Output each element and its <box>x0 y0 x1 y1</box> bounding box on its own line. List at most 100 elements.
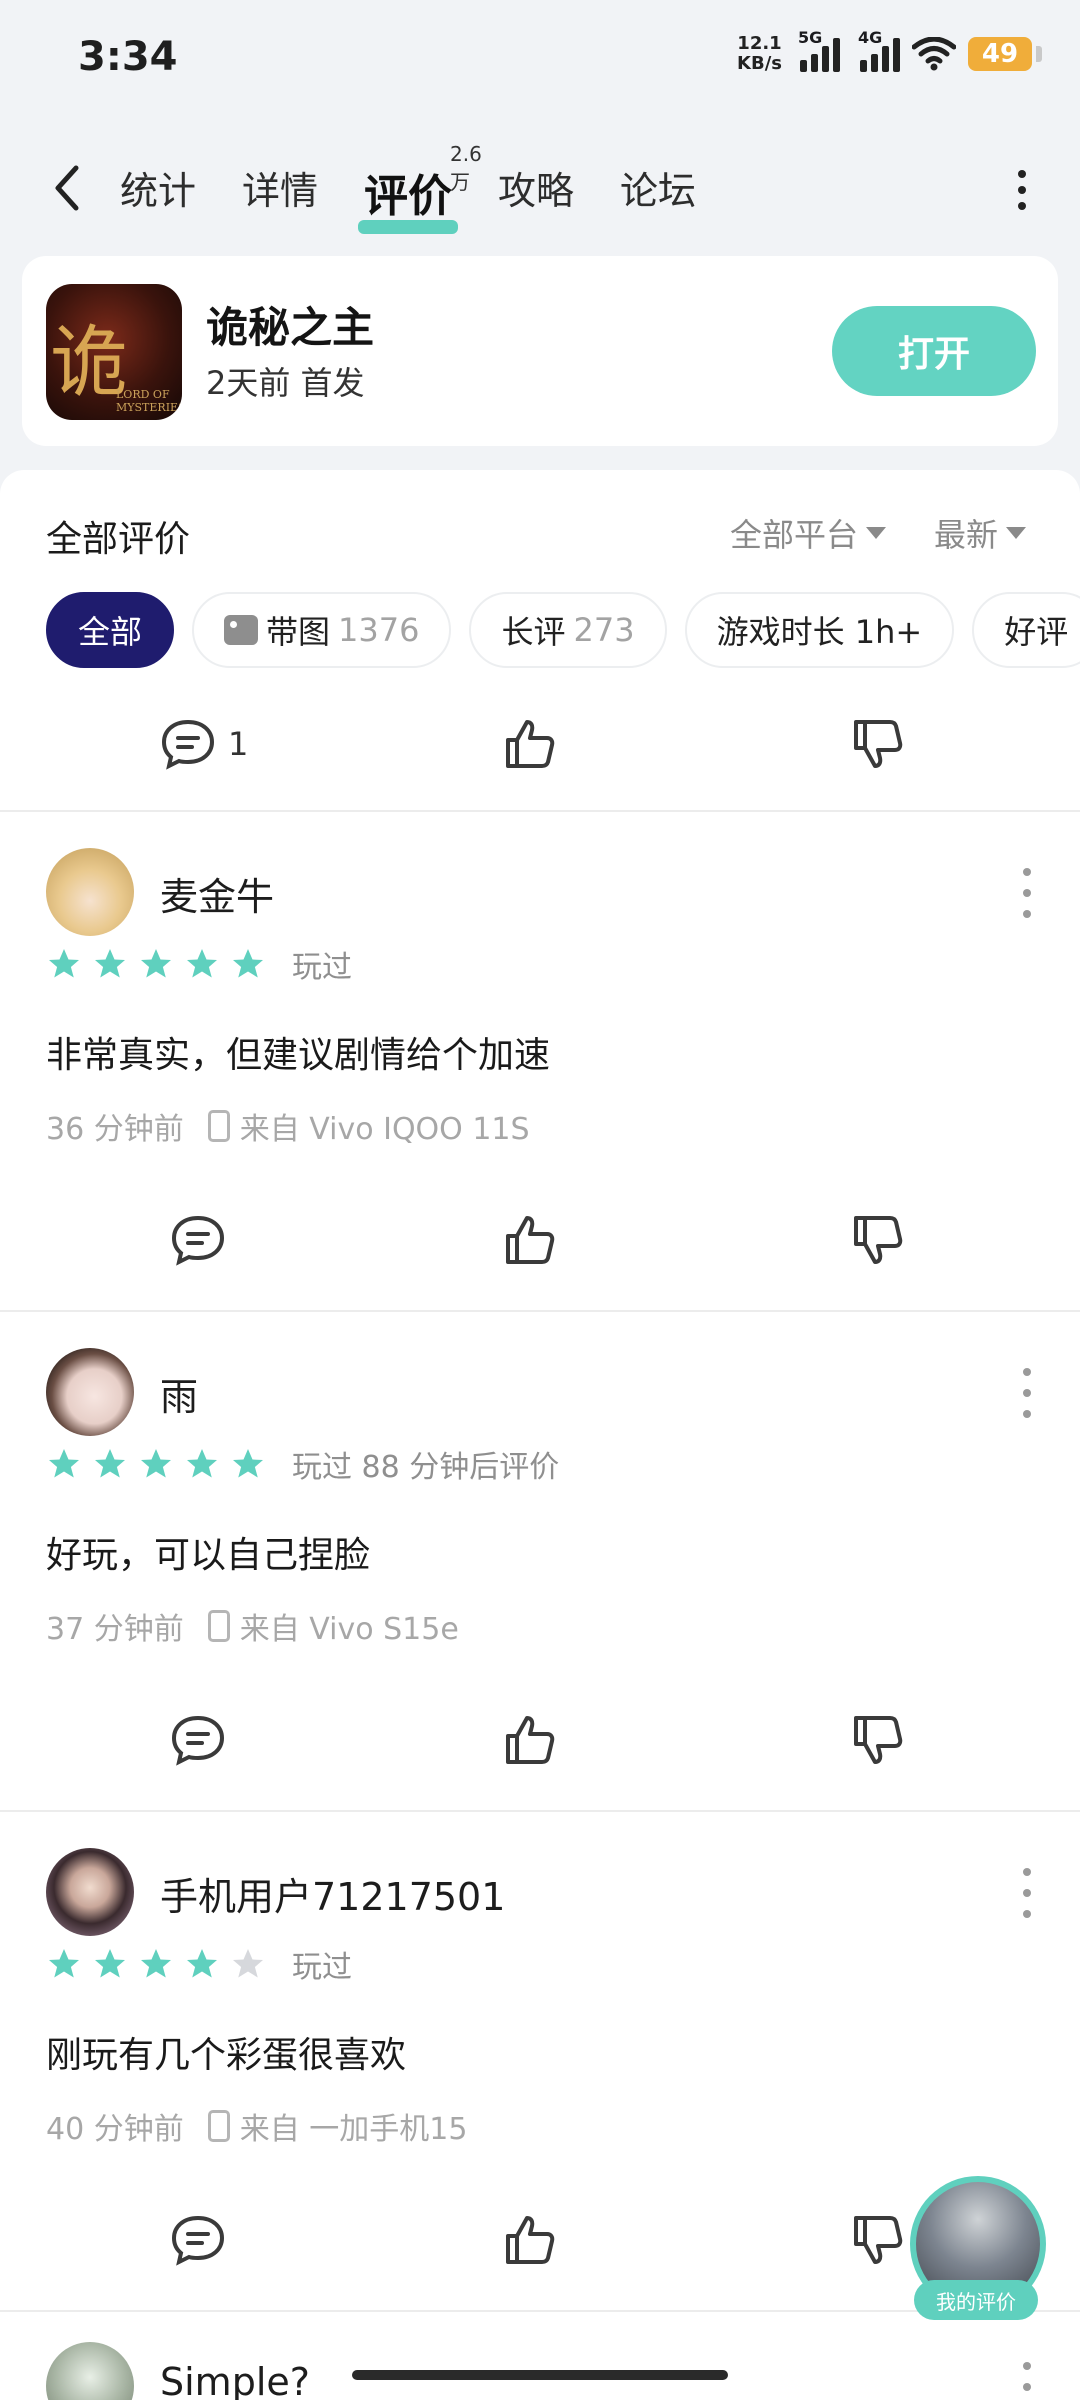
comment-button[interactable] <box>168 1212 228 1268</box>
thumbs-up-icon <box>506 720 555 768</box>
review-item: 麦金牛 玩过 非常真实，但建议剧情给个加速 36 分钟前 来自 Vivo IQO… <box>0 812 1080 1312</box>
review-item: 雨 玩过 88 分钟后评价 好玩，可以自己捏脸 37 分钟前 来自 Vivo S… <box>0 1312 1080 1812</box>
like-button[interactable] <box>500 716 560 772</box>
signal-4g-icon: 4G <box>858 28 900 72</box>
wifi-icon <box>912 37 956 71</box>
review-time: 36 分钟前 <box>46 1112 184 1147</box>
comment-icon <box>161 719 215 770</box>
like-button[interactable] <box>500 1712 560 1768</box>
sort-filter[interactable]: 最新 <box>934 510 1027 556</box>
chip-with-images[interactable]: 带图 1376 <box>192 592 452 668</box>
back-arrow-icon[interactable] <box>44 156 88 220</box>
star-filled-icon <box>49 1949 79 1978</box>
net-speed-unit: KB/s <box>737 53 782 74</box>
star-filled-icon <box>187 1949 217 1978</box>
chip-playtime[interactable]: 游戏时长 1h+ <box>684 592 955 668</box>
comment-button[interactable]: 1 <box>158 716 248 772</box>
status-bar: 3:34 12.1 KB/s 5G 4G 49 <box>0 0 1080 120</box>
star-filled-icon <box>95 1449 125 1478</box>
tab-stats[interactable]: 统计 <box>120 160 196 234</box>
tab-bar: 统计 详情 评价 2.6万 攻略 论坛 <box>120 142 696 234</box>
platform-filter[interactable]: 全部平台 <box>730 510 887 556</box>
signal-5g-icon: 5G <box>798 28 840 72</box>
my-review-label: 我的评价 <box>914 2280 1038 2320</box>
app-icon[interactable]: 诡秘 LORD OF MYSTERIES <box>46 284 182 420</box>
thumbs-down-icon <box>854 1716 903 1764</box>
my-review-button[interactable]: 我的评价 <box>910 2176 1046 2320</box>
thumbs-down-icon <box>854 720 903 768</box>
sort-filter-label: 最新 <box>934 516 999 554</box>
thumbs-down-icon <box>854 1216 903 1264</box>
chip-label: 全部 <box>78 613 143 651</box>
review-more-icon[interactable] <box>1022 868 1032 918</box>
dislike-button[interactable] <box>848 716 908 772</box>
chip-count: 273 <box>573 611 635 649</box>
app-card: 诡秘 LORD OF MYSTERIES 诡秘之主 2天前 首发 打开 <box>22 256 1058 446</box>
username[interactable]: 手机用户71217501 <box>160 1866 505 1921</box>
username[interactable]: Simple? <box>160 2360 310 2400</box>
more-options-icon[interactable] <box>1004 160 1040 220</box>
review-text[interactable]: 好玩，可以自己捏脸 <box>46 1526 370 1578</box>
chevron-down-icon <box>1006 527 1027 539</box>
chip-positive[interactable]: 好评 <box>972 592 1080 668</box>
review-text[interactable]: 刚玩有几个彩蛋很喜欢 <box>46 2026 406 2078</box>
comment-button[interactable] <box>168 2212 228 2268</box>
avatar[interactable] <box>46 1848 134 1936</box>
dislike-button[interactable] <box>848 1212 908 1268</box>
tab-reviews[interactable]: 评价 2.6万 <box>358 142 482 234</box>
review-item: Simple? <box>0 2312 1080 2400</box>
dislike-button[interactable] <box>848 2212 908 2268</box>
thumbs-down-icon <box>854 2216 903 2264</box>
platform-filter-label: 全部平台 <box>730 516 859 554</box>
like-button[interactable] <box>500 1212 560 1268</box>
like-button[interactable] <box>500 2212 560 2268</box>
chip-long-reviews[interactable]: 长评 273 <box>469 592 667 668</box>
signal-4g-label: 4G <box>858 28 883 47</box>
star-filled-icon <box>233 949 263 978</box>
avatar[interactable] <box>46 2342 134 2400</box>
review-actions <box>0 1692 1080 1792</box>
home-indicator[interactable] <box>352 2370 728 2380</box>
dislike-button[interactable] <box>848 1712 908 1768</box>
username[interactable]: 雨 <box>160 1366 198 1421</box>
thumbs-up-icon <box>506 1216 555 1264</box>
signal-5g-label: 5G <box>798 28 823 47</box>
tab-guides[interactable]: 攻略 <box>498 160 574 234</box>
tab-forum[interactable]: 论坛 <box>620 160 696 234</box>
open-button[interactable]: 打开 <box>832 306 1036 396</box>
comment-icon <box>171 1215 225 1266</box>
tab-details[interactable]: 详情 <box>242 160 318 234</box>
star-filled-icon <box>141 1449 171 1478</box>
comment-icon <box>171 1715 225 1766</box>
rating-stars: 玩过 88 分钟后评价 <box>46 1442 559 1486</box>
review-meta: 37 分钟前 来自 Vivo S15e <box>46 1604 459 1648</box>
chip-label: 游戏时长 1h+ <box>716 613 923 651</box>
star-filled-icon <box>233 1449 263 1478</box>
avatar[interactable] <box>46 1348 134 1436</box>
clock: 3:34 <box>78 34 178 80</box>
review-more-icon[interactable] <box>1022 1368 1032 1418</box>
review-text[interactable]: 非常真实，但建议剧情给个加速 <box>46 1026 550 1078</box>
star-filled-icon <box>141 1949 171 1978</box>
chip-all[interactable]: 全部 <box>46 592 175 668</box>
review-more-icon[interactable] <box>1022 1868 1032 1918</box>
review-time: 40 分钟前 <box>46 2112 184 2147</box>
battery-indicator: 49 <box>968 37 1042 71</box>
review-more-icon[interactable] <box>1022 2362 1032 2400</box>
avatar[interactable] <box>46 848 134 936</box>
review-device: 来自 Vivo IQOO 11S <box>239 1112 530 1147</box>
star-filled-icon <box>95 1949 125 1978</box>
reviews-panel: 全部评价 全部平台 最新 全部 带图 1376 长评 273 游戏时长 1h+ … <box>0 470 1080 2400</box>
star-filled-icon <box>49 949 79 978</box>
star-filled-icon <box>187 949 217 978</box>
comment-button[interactable] <box>168 1712 228 1768</box>
reviews-title: 全部评价 <box>46 519 191 560</box>
comment-count: 1 <box>228 725 249 763</box>
image-icon <box>224 615 259 645</box>
phone-icon <box>207 1110 230 1142</box>
app-release-info: 2天前 首发 <box>206 364 365 402</box>
username[interactable]: 麦金牛 <box>160 866 274 921</box>
star-empty-icon <box>233 1949 263 1978</box>
review-actions <box>0 1192 1080 1292</box>
played-status: 玩过 <box>292 950 352 985</box>
